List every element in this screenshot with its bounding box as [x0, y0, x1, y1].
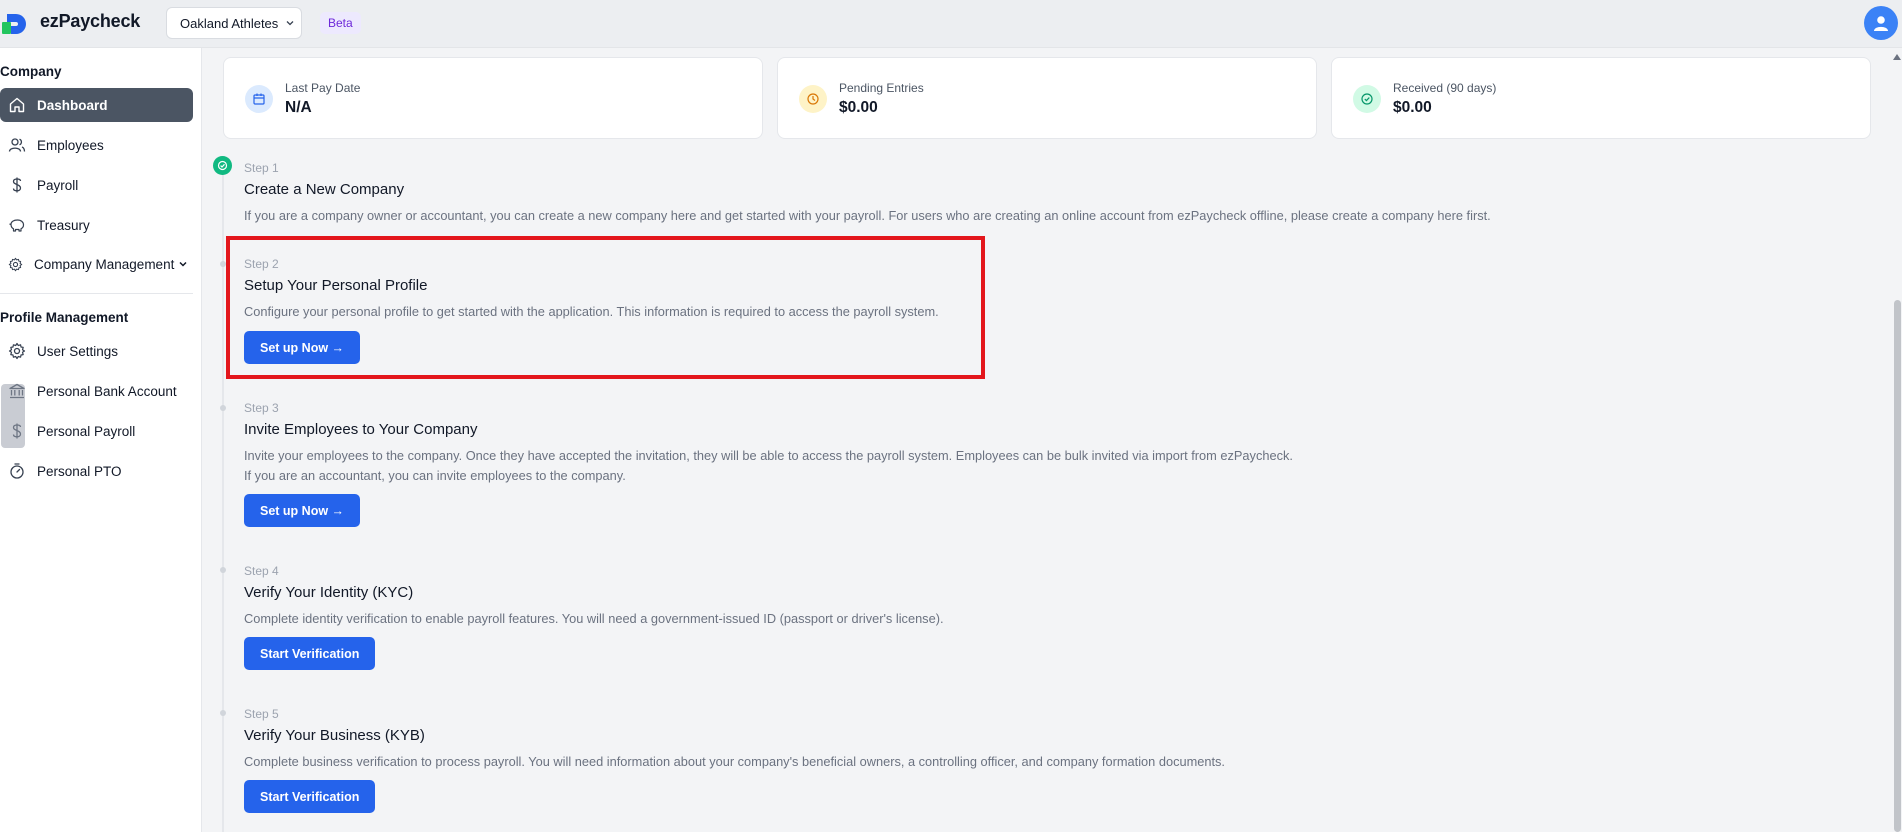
step-description: If you are a company owner or accountant…: [244, 208, 1491, 223]
sidebar-item-personal-pto[interactable]: Personal PTO: [0, 454, 193, 488]
step-number: Step 4: [244, 564, 279, 578]
step-5: Step 5 Verify Your Business (KYB) Comple…: [244, 707, 1225, 772]
piggy-bank-icon: [9, 219, 25, 232]
step-4: Step 4 Verify Your Identity (KYC) Comple…: [244, 564, 944, 629]
step-1: Step 1 Create a New Company If you are a…: [244, 161, 1491, 226]
gear-icon: [8, 342, 26, 360]
steps-timeline: [222, 170, 224, 832]
scroll-up-icon[interactable]: [1893, 54, 1901, 60]
stat-label: Received (90 days): [1393, 81, 1497, 95]
sidebar-item-payroll[interactable]: Payroll: [0, 168, 193, 202]
sidebar-item-dashboard[interactable]: Dashboard: [0, 88, 193, 122]
step-description: Complete identity verification to enable…: [244, 611, 944, 626]
company-selector[interactable]: Oakland Athletes: [166, 7, 302, 39]
users-icon: [8, 138, 26, 152]
sidebar-item-label: Company Management: [34, 256, 175, 272]
step-dot: [220, 405, 226, 411]
step-number: Step 5: [244, 707, 279, 721]
sidebar-item-employees[interactable]: Employees: [0, 128, 193, 162]
stat-value: $0.00: [1393, 99, 1432, 116]
chevron-down-icon: [179, 261, 187, 267]
step-title: Verify Your Business (KYB): [244, 727, 425, 744]
sidebar: Company Dashboard Employees Payroll Trea…: [0, 48, 202, 832]
stat-card-received: Received (90 days) $0.00: [1331, 57, 1871, 139]
user-avatar[interactable]: [1864, 6, 1898, 40]
step-title: Verify Your Identity (KYC): [244, 584, 414, 601]
home-icon: [9, 97, 25, 113]
chevron-down-icon: [286, 21, 294, 26]
page-scrollbar[interactable]: [1892, 48, 1902, 832]
sidebar-item-treasury[interactable]: Treasury: [0, 208, 193, 242]
sidebar-item-label: Payroll: [37, 177, 79, 193]
sidebar-resize-handle[interactable]: [1, 384, 25, 448]
ezpaycheck-logo-icon[interactable]: [2, 12, 30, 36]
step-number: Step 3: [244, 401, 279, 415]
sidebar-item-label: Employees: [37, 137, 104, 153]
step-dot: [220, 710, 226, 716]
sidebar-item-label: Personal Payroll: [37, 423, 136, 439]
stat-label: Pending Entries: [839, 81, 924, 95]
sidebar-item-user-settings[interactable]: User Settings: [0, 334, 193, 368]
sidebar-item-label: Treasury: [37, 217, 90, 233]
stat-card-last-pay-date: Last Pay Date N/A: [223, 57, 763, 139]
sidebar-item-personal-bank-account[interactable]: Personal Bank Account: [0, 374, 193, 408]
step-description: If you are an accountant, you can invite…: [244, 468, 626, 483]
top-bar: ezPaycheck Oakland Athletes Beta: [0, 0, 1902, 48]
sidebar-item-company-management[interactable]: Company Management: [0, 247, 193, 281]
sidebar-item-label: User Settings: [37, 343, 119, 359]
beta-badge: Beta: [320, 12, 361, 34]
stat-label: Last Pay Date: [285, 81, 361, 95]
step-description: Complete business verification to proces…: [244, 754, 1225, 769]
invite-employees-button[interactable]: Set up Now →: [244, 494, 361, 527]
dollar-icon: [12, 177, 22, 193]
sidebar-item-label: Dashboard: [37, 97, 108, 113]
clock-icon: [799, 85, 827, 113]
step-title: Create a New Company: [244, 181, 405, 198]
company-selector-label: Oakland Athletes: [180, 15, 279, 31]
profile-section-title: Profile Management: [0, 310, 129, 325]
sidebar-divider: [0, 293, 193, 294]
step-2-highlight-box: [226, 236, 985, 379]
calendar-icon: [245, 85, 273, 113]
verify-identity-button[interactable]: Start Verification: [244, 637, 376, 670]
scrollbar-thumb[interactable]: [1894, 300, 1901, 832]
company-section-title: Company: [0, 64, 62, 79]
stat-card-pending-entries: Pending Entries $0.00: [777, 57, 1317, 139]
sidebar-item-personal-payroll[interactable]: Personal Payroll: [0, 414, 193, 448]
brand-name[interactable]: ezPaycheck: [40, 11, 140, 32]
step-3: Step 3 Invite Employees to Your Company …: [244, 401, 1293, 486]
stopwatch-icon: [10, 463, 24, 479]
step-dot: [220, 567, 226, 573]
check-circle-icon: [1353, 85, 1381, 113]
verify-business-button[interactable]: Start Verification: [244, 780, 376, 813]
sidebar-item-label: Personal PTO: [37, 463, 122, 479]
user-icon: [1874, 16, 1888, 31]
stat-value: $0.00: [839, 99, 878, 116]
step-title: Invite Employees to Your Company: [244, 421, 478, 438]
gear-icon: [8, 257, 23, 271]
step-complete-check-icon: [213, 156, 232, 175]
step-number: Step 1: [244, 161, 279, 175]
stat-value: N/A: [285, 99, 312, 116]
step-description: Invite your employees to the company. On…: [244, 448, 1293, 463]
sidebar-item-label: Personal Bank Account: [37, 383, 177, 399]
